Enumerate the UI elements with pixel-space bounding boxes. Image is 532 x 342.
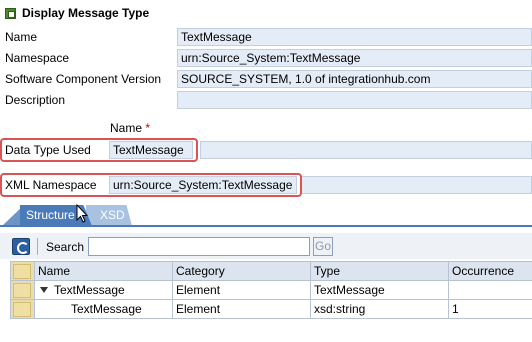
namespace-field[interactable]: urn:Source_System:TextMessage [177, 49, 532, 67]
table-row[interactable]: TextMessage Element xsd:string 1 [10, 299, 532, 319]
column-header-occurrence[interactable]: Occurrence [448, 261, 532, 281]
row-name: TextMessage [54, 282, 125, 297]
row-type: xsd:string [310, 299, 449, 319]
row-occurrence: 1 [448, 299, 532, 319]
go-button[interactable]: Go [313, 237, 333, 256]
description-field[interactable] [177, 91, 532, 109]
name-field[interactable]: TextMessage [177, 28, 532, 46]
data-type-name-column-label: Name * [110, 121, 151, 135]
search-label: Search [46, 240, 85, 254]
name-label: Name [5, 30, 38, 44]
message-type-icon [5, 8, 16, 19]
data-type-row-fill [200, 141, 532, 159]
column-header-category[interactable]: Category [172, 261, 311, 281]
column-header-name[interactable]: Name [34, 261, 173, 281]
row-selector[interactable] [10, 299, 35, 319]
row-selector[interactable] [10, 280, 35, 300]
row-name: TextMessage [71, 301, 142, 316]
column-header-type[interactable]: Type [310, 261, 449, 281]
tab-xsd-label: XSD [100, 208, 125, 222]
xml-namespace-row-fill [300, 176, 532, 194]
row-category: Element [172, 299, 311, 319]
mouse-cursor-icon [76, 204, 88, 223]
search-input[interactable] [88, 237, 310, 256]
tab-structure-label: Structure [26, 208, 75, 222]
xml-namespace-label: XML Namespace [5, 178, 97, 192]
xml-namespace-value[interactable]: urn:Source_System:TextMessage [109, 176, 297, 194]
table-header-row: Name Category Type Occurrence [10, 261, 532, 281]
expand-arrow-icon[interactable] [40, 286, 48, 293]
required-marker: * [145, 121, 151, 135]
page-title: Display Message Type [22, 6, 150, 20]
software-component-version-label: Software Component Version [5, 72, 162, 86]
row-name-cell: TextMessage [34, 280, 173, 300]
software-component-version-field[interactable]: SOURCE_SYSTEM, 1.0 of integrationhub.com [177, 70, 532, 88]
data-type-used-label: Data Type Used [5, 143, 91, 157]
table-row[interactable]: TextMessage Element TextMessage [10, 280, 532, 300]
refresh-icon[interactable] [12, 238, 30, 255]
tab-xsd[interactable]: XSD [86, 205, 132, 226]
window-title-bar: Display Message Type [0, 0, 532, 26]
select-all-cell[interactable] [10, 261, 35, 281]
structure-table: Name Category Type Occurrence TextMessag… [10, 261, 532, 319]
tab-strip-underline [0, 225, 532, 227]
row-type: TextMessage [310, 280, 449, 300]
row-occurrence [448, 280, 532, 300]
data-type-used-value[interactable]: TextMessage [109, 141, 193, 159]
toolbar-divider [37, 238, 38, 255]
namespace-label: Namespace [5, 51, 70, 65]
row-name-cell: TextMessage [34, 299, 173, 319]
description-label: Description [5, 93, 66, 107]
row-category: Element [172, 280, 311, 300]
